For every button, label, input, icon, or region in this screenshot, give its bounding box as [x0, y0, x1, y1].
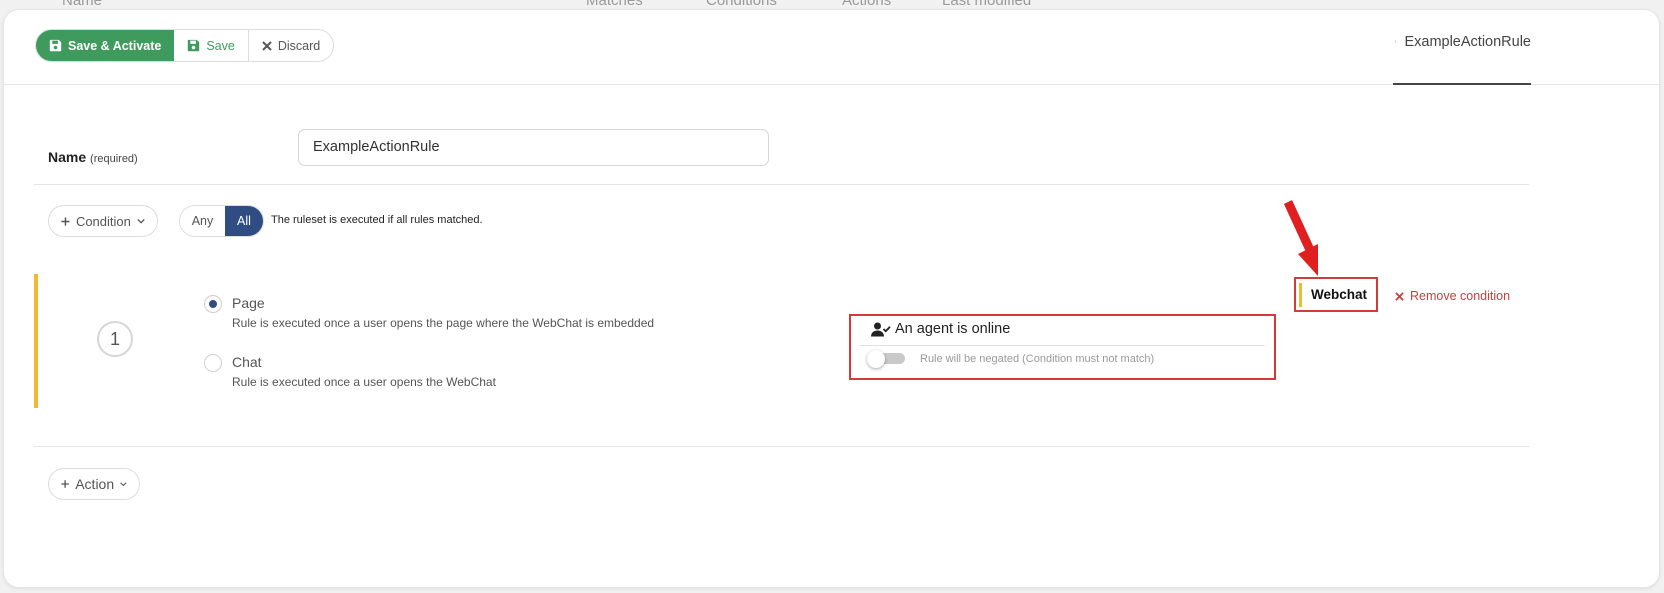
- agent-online-title: An agent is online: [871, 321, 1010, 337]
- save-activate-label: Save & Activate: [68, 38, 162, 53]
- plus-icon: [61, 216, 70, 226]
- close-icon: [1395, 291, 1404, 301]
- divider: [859, 345, 1265, 346]
- chat-radio[interactable]: [204, 354, 222, 372]
- floppy-disk-icon: [49, 39, 62, 52]
- plus-icon: [61, 480, 69, 488]
- page-radio[interactable]: [204, 295, 222, 313]
- agent-online-condition: An agent is online Rule will be negated …: [849, 314, 1276, 380]
- editor-toolbar: Save & Activate Save Discard ExampleActi…: [4, 10, 1659, 85]
- red-arrow-annotation: [1284, 200, 1318, 276]
- document-icon: [1395, 40, 1397, 43]
- save-label: Save: [206, 38, 235, 53]
- name-field-label: Name (required): [48, 149, 138, 165]
- add-action-button[interactable]: Action: [48, 468, 140, 500]
- bg-col-name: Name: [62, 0, 103, 9]
- radio-title: Page: [232, 295, 265, 311]
- category-label: Webchat: [1311, 287, 1368, 302]
- tab-rule-file[interactable]: ExampleActionRule: [1393, 34, 1531, 85]
- negate-toggle[interactable]: [867, 350, 907, 368]
- category-accent: [1299, 283, 1302, 307]
- chevron-down-icon: [137, 218, 145, 224]
- bg-col-last-modified: Last modified: [942, 0, 1032, 9]
- radio-description: Rule is executed once a user opens the W…: [232, 375, 496, 389]
- remove-condition-button[interactable]: Remove condition: [1395, 289, 1510, 303]
- section-divider: [34, 446, 1529, 447]
- chevron-down-icon: [120, 481, 127, 486]
- name-row: Name (required) ExampleActionRule: [34, 120, 1529, 185]
- add-condition-label: Condition: [75, 213, 131, 229]
- match-all-button[interactable]: All: [225, 206, 263, 236]
- user-check-icon: [871, 322, 891, 336]
- radio-description: Rule is executed once a user opens the p…: [232, 316, 655, 330]
- close-icon: [262, 40, 272, 51]
- remove-condition-label: Remove condition: [1410, 289, 1511, 303]
- discard-button[interactable]: Discard: [249, 30, 333, 61]
- match-any-button[interactable]: Any: [180, 206, 225, 236]
- save-button[interactable]: Save: [174, 30, 249, 61]
- radio-title: Chat: [232, 354, 262, 370]
- condition-number: 1: [97, 321, 133, 357]
- add-condition-button[interactable]: Condition: [48, 205, 158, 237]
- condition-accent-bar: [34, 274, 38, 408]
- name-input[interactable]: ExampleActionRule: [298, 129, 769, 166]
- save-button-group: Save & Activate Save Discard: [35, 29, 335, 62]
- negate-description: Rule will be negated (Condition must not…: [920, 353, 1155, 365]
- match-mode-toggle: Any All: [179, 205, 264, 237]
- bg-col-matches: Matches: [586, 0, 643, 9]
- bg-col-actions: Actions: [842, 0, 892, 9]
- floppy-disk-icon: [188, 39, 200, 52]
- discard-label: Discard: [277, 38, 321, 53]
- save-activate-button[interactable]: Save & Activate: [36, 30, 175, 61]
- ruleset-description: The ruleset is executed if all rules mat…: [271, 214, 483, 226]
- bg-col-conditions: Conditions: [706, 0, 777, 9]
- required-hint: (required): [90, 153, 138, 165]
- tab-label: ExampleActionRule: [1404, 34, 1531, 50]
- rule-editor-panel: Save & Activate Save Discard ExampleActi…: [3, 9, 1660, 588]
- add-action-label: Action: [75, 476, 115, 492]
- webchat-category-badge: Webchat: [1294, 277, 1378, 312]
